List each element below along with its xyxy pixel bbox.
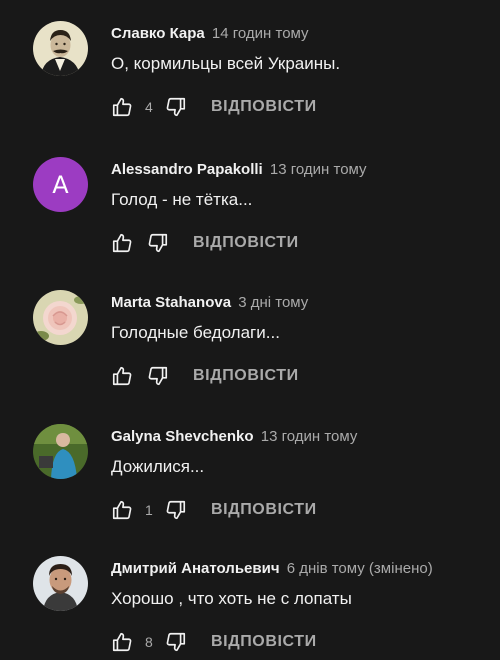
comment-header: Славко Кара 14 годин тому [111, 25, 309, 43]
comment-text: Голодные бедолаги... [111, 323, 280, 342]
comment-header: Marta Stahanova 3 дні тому [111, 294, 308, 312]
comment-header: Дмитрий Анатольевич 6 днів тому (змінено… [111, 560, 433, 578]
comments-list: Славко Кара 14 годин тому О, кормильцы в… [0, 0, 500, 660]
reply-button[interactable]: ВІДПОВІСТИ [211, 98, 317, 116]
like-button[interactable] [111, 365, 133, 387]
avatar[interactable] [33, 556, 88, 611]
comment-header: Alessandro Papakolli 13 годин тому [111, 161, 367, 179]
avatar[interactable] [33, 21, 88, 76]
dislike-button[interactable] [165, 96, 187, 118]
like-button[interactable] [111, 232, 133, 254]
thumbs-down-icon [148, 366, 168, 386]
dislike-button[interactable] [147, 232, 169, 254]
author-name[interactable]: Alessandro Papakolli [111, 161, 263, 178]
dislike-button[interactable] [165, 499, 187, 521]
comment-text: О, кормильцы всей Украины. [111, 54, 341, 73]
avatar[interactable] [33, 290, 88, 345]
avatar[interactable] [33, 424, 88, 479]
reply-button[interactable]: ВІДПОВІСТИ [211, 501, 317, 519]
thumbs-up-icon [112, 97, 132, 117]
author-name[interactable]: Galyna Shevchenko [111, 428, 254, 445]
reply-button[interactable]: ВІДПОВІСТИ [211, 633, 317, 651]
reply-button[interactable]: ВІДПОВІСТИ [193, 367, 299, 385]
timestamp[interactable]: 13 годин тому [270, 161, 367, 178]
avatar-letter: A [52, 170, 69, 199]
comment-actions: ВІДПОВІСТИ [111, 232, 299, 254]
comment: Дмитрий Анатольевич 6 днів тому (змінено… [0, 556, 500, 660]
comment-actions: 4 ВІДПОВІСТИ [111, 96, 317, 118]
comment: Marta Stahanova 3 дні тому Голодные бедо… [0, 290, 500, 423]
thumbs-down-icon [166, 500, 186, 520]
dislike-button[interactable] [165, 631, 187, 653]
thumbs-up-icon [112, 233, 132, 253]
thumbs-up-icon [112, 500, 132, 520]
timestamp[interactable]: 3 дні тому [238, 294, 308, 311]
comment-actions: ВІДПОВІСТИ [111, 365, 299, 387]
comment: Galyna Shevchenko 13 годин тому Дожилися… [0, 424, 500, 557]
dislike-button[interactable] [147, 365, 169, 387]
thumbs-up-icon [112, 632, 132, 652]
like-count: 1 [145, 502, 153, 518]
like-count: 8 [145, 634, 153, 650]
comment-text: Дожилися... [111, 457, 205, 476]
thumbs-up-icon [112, 366, 132, 386]
comment-actions: 1 ВІДПОВІСТИ [111, 499, 317, 521]
like-button[interactable] [111, 631, 133, 653]
author-name[interactable]: Marta Stahanova [111, 294, 231, 311]
timestamp[interactable]: 14 годин тому [212, 25, 309, 42]
like-button[interactable] [111, 499, 133, 521]
author-name[interactable]: Дмитрий Анатольевич [111, 560, 280, 577]
comment-header: Galyna Shevchenko 13 годин тому [111, 428, 357, 446]
thumbs-down-icon [166, 632, 186, 652]
timestamp[interactable]: 6 днів тому (змінено) [287, 560, 433, 577]
author-name[interactable]: Славко Кара [111, 25, 205, 42]
reply-button[interactable]: ВІДПОВІСТИ [193, 234, 299, 252]
thumbs-down-icon [148, 233, 168, 253]
comment-actions: 8 ВІДПОВІСТИ [111, 631, 317, 653]
avatar[interactable]: A [33, 157, 88, 212]
comment-text: Голод - не тётка... [111, 190, 253, 209]
like-count: 4 [145, 99, 153, 115]
like-button[interactable] [111, 96, 133, 118]
thumbs-down-icon [166, 97, 186, 117]
comment: A Alessandro Papakolli 13 годин тому Гол… [0, 157, 500, 290]
comment-text: Хорошо , что хоть не с лопаты [111, 589, 352, 608]
timestamp[interactable]: 13 годин тому [261, 428, 358, 445]
comment: Славко Кара 14 годин тому О, кормильцы в… [0, 21, 500, 154]
